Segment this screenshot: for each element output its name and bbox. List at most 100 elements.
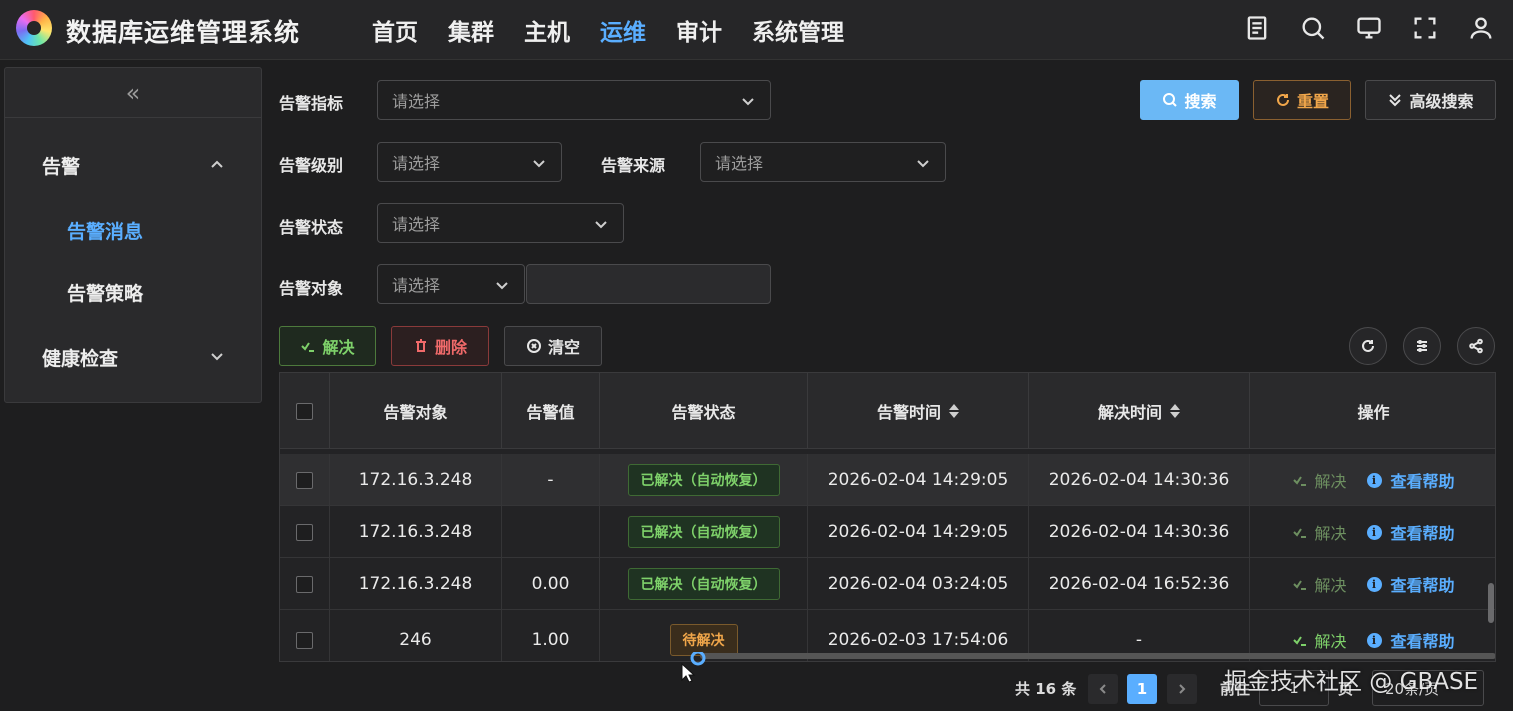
column-header-target: 告警对象 <box>330 373 502 449</box>
nav-item-cluster[interactable]: 集群 <box>448 13 494 47</box>
row-help-label: 查看帮助 <box>1390 524 1455 543</box>
info-icon: i <box>1366 632 1382 648</box>
nav-item-home[interactable]: 首页 <box>372 13 418 47</box>
sidebar-item-alarm-messages[interactable]: 告警消息 <box>5 210 261 250</box>
horizontal-scrollbar[interactable] <box>700 653 1495 659</box>
top-bar: 数据库运维管理系统 首页 集群 主机 运维 审计 系统管理 <box>0 0 1513 60</box>
chevron-left-icon <box>1099 684 1106 694</box>
sidebar-group-label: 告警 <box>42 155 81 178</box>
row-help-link[interactable]: i 查看帮助 <box>1366 468 1455 492</box>
select-all-checkbox[interactable] <box>296 402 313 420</box>
cell-operations: 解决 i 查看帮助 <box>1250 454 1495 506</box>
column-header-value: 告警值 <box>502 373 600 449</box>
row-help-link[interactable]: i 查看帮助 <box>1366 520 1455 544</box>
chevron-up-icon <box>209 155 225 171</box>
row-resolve-link[interactable]: 解决 <box>1292 520 1347 544</box>
app-title: 数据库运维管理系统 <box>66 18 301 47</box>
source-label: 告警来源 <box>601 156 666 175</box>
info-icon: i <box>1366 576 1382 592</box>
mouse-cursor-icon <box>681 652 706 682</box>
double-chevron-down-icon <box>1389 94 1402 107</box>
document-icon[interactable] <box>1243 14 1271 42</box>
row-checkbox[interactable] <box>296 471 313 489</box>
refresh-button[interactable] <box>1349 327 1387 365</box>
resolve-button[interactable]: 解决 <box>279 326 376 366</box>
next-page-button[interactable] <box>1167 674 1197 704</box>
advanced-search-button[interactable]: 高级搜索 <box>1365 80 1496 120</box>
row-checkbox[interactable] <box>296 631 313 649</box>
target-input[interactable] <box>526 264 771 304</box>
column-header-resolve-time[interactable]: 解决时间 <box>1029 373 1250 449</box>
alarm-table: 告警对象 告警值 告警状态 告警时间 解决时间 操作 172.16.3.248 … <box>279 372 1496 662</box>
column-header-operations: 操作 <box>1250 373 1495 449</box>
column-label: 告警时间 <box>876 403 941 422</box>
delete-button[interactable]: 删除 <box>391 326 489 366</box>
table-row[interactable]: 172.16.3.248 已解决（自动恢复） 2026-02-04 14:29:… <box>280 506 1495 558</box>
sort-icon[interactable] <box>949 403 959 419</box>
clear-button-label: 清空 <box>547 338 580 357</box>
nav-item-audit[interactable]: 审计 <box>676 13 722 47</box>
refresh-icon <box>1277 93 1289 106</box>
row-select-cell <box>280 558 330 610</box>
row-resolve-label: 解决 <box>1314 576 1347 595</box>
reset-button[interactable]: 重置 <box>1253 80 1351 120</box>
nav-item-system[interactable]: 系统管理 <box>752 13 844 47</box>
chevron-down-icon <box>531 155 547 171</box>
row-resolve-label: 解决 <box>1314 472 1347 491</box>
table-row[interactable]: 172.16.3.248 0.00 已解决（自动恢复） 2026-02-04 0… <box>280 558 1495 610</box>
cell-alarm-time: 2026-02-04 03:24:05 <box>808 558 1029 610</box>
target-type-select[interactable]: 请选择 <box>377 264 525 304</box>
row-checkbox[interactable] <box>296 523 313 541</box>
sidebar-item-alarm-policy[interactable]: 告警策略 <box>5 272 261 312</box>
row-help-link[interactable]: i 查看帮助 <box>1366 572 1455 596</box>
target-label: 告警对象 <box>279 279 344 298</box>
row-resolve-link[interactable]: 解决 <box>1292 572 1347 596</box>
row-resolve-link[interactable]: 解决 <box>1292 628 1347 652</box>
column-settings-button[interactable] <box>1403 327 1441 365</box>
table-row[interactable]: 172.16.3.248 - 已解决（自动恢复） 2026-02-04 14:2… <box>280 454 1495 506</box>
cell-operations: 解决 i 查看帮助 <box>1250 506 1495 558</box>
search-button[interactable]: 搜索 <box>1140 80 1239 120</box>
row-select-cell <box>280 610 330 661</box>
row-checkbox[interactable] <box>296 575 313 593</box>
chevron-down-icon <box>740 93 756 109</box>
row-help-label: 查看帮助 <box>1390 576 1455 595</box>
nav-item-ops[interactable]: 运维 <box>600 13 646 47</box>
resolve-check-icon <box>1293 528 1307 538</box>
cell-resolve-time: 2026-02-04 14:30:36 <box>1029 506 1250 558</box>
page-number-current[interactable]: 1 <box>1127 674 1157 704</box>
sidebar-collapse-button[interactable]: « <box>5 68 261 118</box>
search-icon[interactable] <box>1299 14 1327 42</box>
cell-value: 0.00 <box>502 558 600 610</box>
level-select-placeholder: 请选择 <box>392 154 441 173</box>
monitor-icon[interactable] <box>1355 14 1383 42</box>
fullscreen-icon[interactable] <box>1411 14 1439 42</box>
user-icon[interactable] <box>1467 14 1495 42</box>
sidebar-group-label: 健康检查 <box>42 347 119 370</box>
refresh-icon <box>1362 339 1374 352</box>
chevron-down-icon <box>593 216 609 232</box>
cell-target: 172.16.3.248 <box>330 506 502 558</box>
sidebar-group-health-check[interactable]: 健康检查 <box>5 337 261 377</box>
cell-target: 172.16.3.248 <box>330 454 502 506</box>
column-header-alarm-time[interactable]: 告警时间 <box>808 373 1029 449</box>
status-badge: 已解决（自动恢复） <box>627 516 780 548</box>
sliders-icon <box>1417 340 1427 352</box>
source-select[interactable]: 请选择 <box>700 142 946 182</box>
table-header: 告警对象 告警值 告警状态 告警时间 解决时间 操作 <box>280 373 1495 449</box>
cell-value: - <box>502 454 600 506</box>
vertical-scrollbar[interactable] <box>1488 583 1494 623</box>
level-select[interactable]: 请选择 <box>377 142 562 182</box>
nav-item-host[interactable]: 主机 <box>524 13 570 47</box>
status-select[interactable]: 请选择 <box>377 203 624 243</box>
prev-page-button[interactable] <box>1088 674 1118 704</box>
row-resolve-link[interactable]: 解决 <box>1292 468 1347 492</box>
metric-label: 告警指标 <box>279 94 344 113</box>
clear-button[interactable]: 清空 <box>504 326 602 366</box>
row-help-link[interactable]: i 查看帮助 <box>1366 628 1455 652</box>
sort-icon[interactable] <box>1170 403 1180 419</box>
metric-select[interactable]: 请选择 <box>377 80 771 120</box>
sidebar-group-alarm[interactable]: 告警 <box>5 145 261 185</box>
share-button[interactable] <box>1457 327 1495 365</box>
column-label: 告警对象 <box>383 403 448 422</box>
